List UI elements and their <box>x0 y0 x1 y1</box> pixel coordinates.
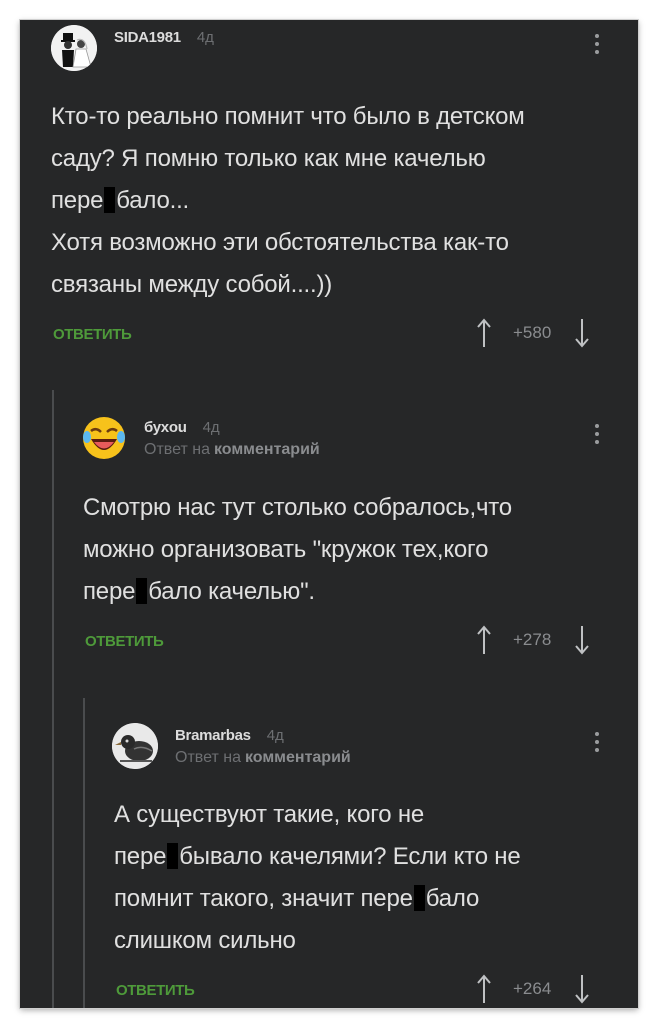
parent-comment-link[interactable]: комментарий <box>214 441 320 458</box>
comment-thread: SIDA1981 4д Кто-то реально помнит что бы… <box>20 20 638 1008</box>
vote-control: +278 <box>477 625 590 655</box>
vote-control: +264 <box>477 974 590 1004</box>
upvote-arrow-icon[interactable] <box>477 625 491 655</box>
more-options-icon[interactable] <box>595 424 599 444</box>
more-options-icon[interactable] <box>595 732 599 752</box>
comment-time: 4д <box>266 727 284 744</box>
thread-line[interactable] <box>83 698 85 1008</box>
comment-text: Кто-то реально помнит что было в детском… <box>51 103 525 298</box>
upvote-arrow-icon[interactable] <box>477 318 491 348</box>
avatar[interactable] <box>81 415 127 461</box>
avatar[interactable] <box>51 25 97 71</box>
bird-avatar-icon <box>112 723 158 769</box>
score: +278 <box>513 630 552 649</box>
score: +264 <box>513 979 552 998</box>
comment-time: 4д <box>196 29 214 46</box>
reply-button[interactable]: ОТВЕТИТЬ <box>116 982 195 999</box>
censor-bar <box>413 885 425 911</box>
avatar[interactable] <box>112 723 158 769</box>
username[interactable]: SIDA1981 <box>114 29 181 46</box>
score: +580 <box>513 323 552 342</box>
parent-comment-link[interactable]: комментарий <box>245 749 351 766</box>
vote-control: +580 <box>477 318 590 348</box>
censor-bar <box>104 187 116 213</box>
thread-line[interactable] <box>52 390 54 1008</box>
laughing-emoji-avatar-icon <box>83 417 125 459</box>
comment-text: Смотрю нас тут столько собралось,что мож… <box>83 494 512 605</box>
more-options-icon[interactable] <box>595 34 599 54</box>
censor-bar <box>167 843 179 869</box>
reply-reference: Ответ на комментарий <box>144 441 320 458</box>
username[interactable]: буxou <box>144 419 187 436</box>
bride-groom-avatar-icon <box>51 25 97 71</box>
reply-button[interactable]: ОТВЕТИТЬ <box>53 326 132 343</box>
comment-time: 4д <box>202 419 220 436</box>
comment-text: А существуют такие, кого не пере бывало к… <box>114 801 521 954</box>
username[interactable]: Bramarbas <box>175 727 251 744</box>
censor-bar <box>136 578 148 604</box>
downvote-arrow-icon[interactable] <box>575 974 590 1004</box>
downvote-arrow-icon[interactable] <box>575 318 590 348</box>
downvote-arrow-icon[interactable] <box>575 625 590 655</box>
upvote-arrow-icon[interactable] <box>477 974 491 1004</box>
reply-reference: Ответ на комментарий <box>175 749 351 766</box>
reply-button[interactable]: ОТВЕТИТЬ <box>85 633 164 650</box>
